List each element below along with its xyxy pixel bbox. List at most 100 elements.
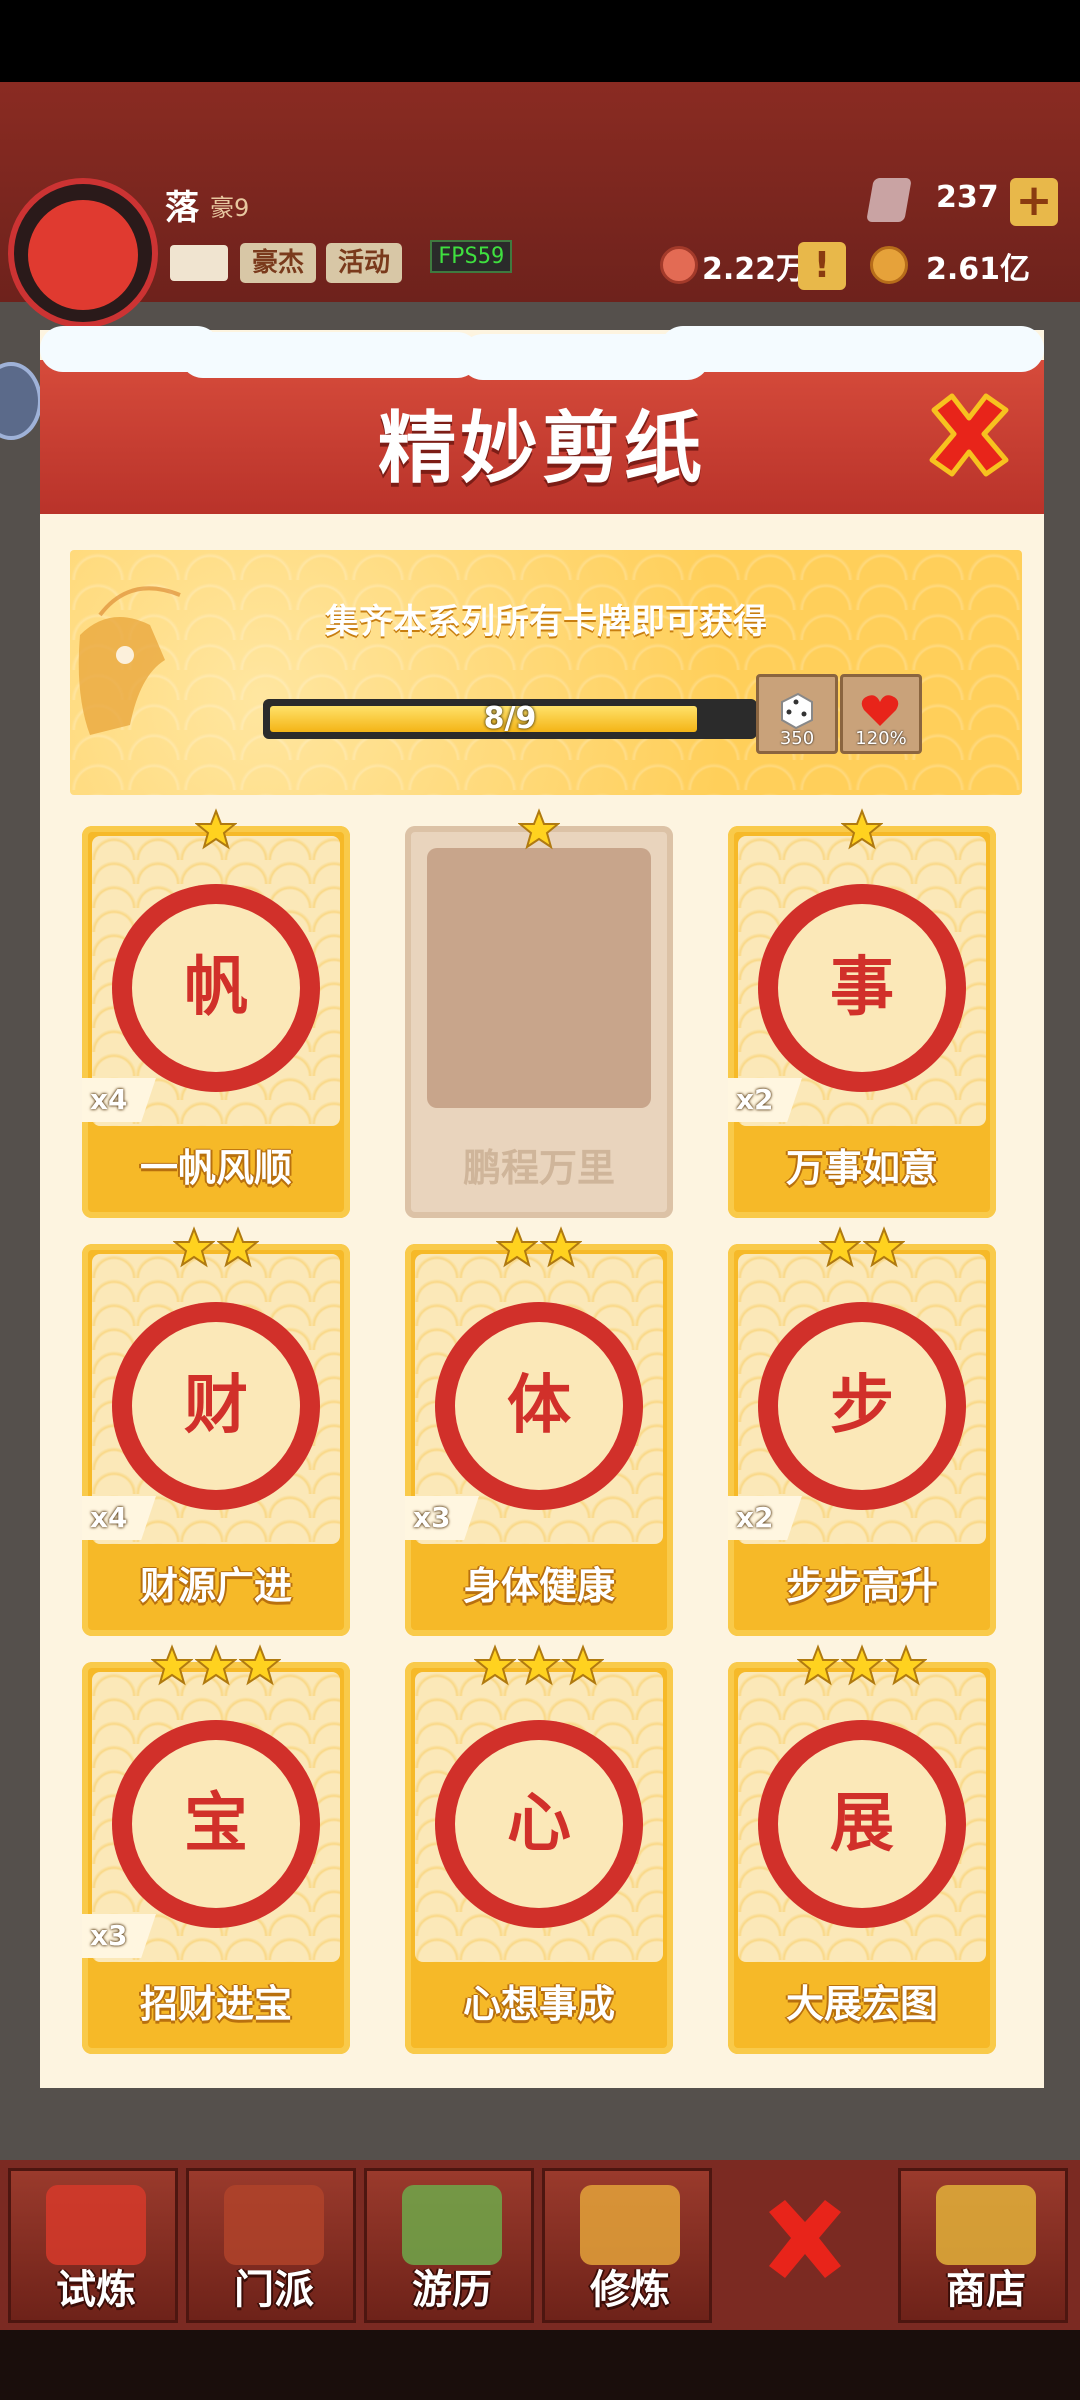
token-icon	[660, 246, 698, 284]
nav-item[interactable]: 修炼	[542, 2168, 712, 2323]
card-name: 万事如意	[785, 1146, 938, 1190]
nav-item[interactable]: 游历	[364, 2168, 534, 2323]
close-icon[interactable]	[755, 2190, 855, 2290]
star-icon	[863, 1226, 905, 1268]
nav-item[interactable]: 商店	[898, 2168, 1068, 2323]
scroll-icon	[46, 2185, 146, 2265]
star-icon	[151, 1644, 193, 1686]
fps-counter: FPS59	[430, 240, 513, 273]
paper-cut-card[interactable]: 事 x2 万事如意	[728, 808, 996, 1218]
card-name: 鹏程万里	[462, 1146, 615, 1190]
nav-label: 游历	[412, 2267, 492, 2313]
star-icon	[474, 1644, 516, 1686]
paper-cut-card[interactable]: 鹏程万里	[405, 808, 673, 1218]
card-name: 大展宏图	[785, 1982, 938, 2026]
card-stars	[728, 1644, 996, 1686]
snow-decoration	[180, 332, 480, 378]
nav-label: 试炼	[56, 2267, 136, 2313]
nav-item[interactable]	[720, 2168, 890, 2323]
status-bar	[0, 0, 1080, 82]
paper-cut-card[interactable]: 宝 x3 招财进宝	[82, 1644, 350, 2054]
game-header	[0, 82, 1080, 302]
snow-decoration	[660, 326, 1044, 372]
card-stars	[82, 808, 350, 850]
player-rank: 豪9	[210, 194, 250, 222]
wave-pattern	[70, 550, 1022, 795]
card-count: x3	[413, 1501, 451, 1534]
papercut-glyph: 体	[507, 1369, 571, 1443]
card-stars	[728, 808, 996, 850]
book-icon	[580, 2185, 680, 2265]
card-count: x3	[90, 1919, 128, 1952]
close-icon[interactable]	[922, 388, 1016, 482]
card-count: x2	[736, 1083, 774, 1116]
card-name: 财源广进	[139, 1564, 292, 1608]
reward-heart-label: 120%	[855, 728, 907, 749]
mountain-icon	[402, 2185, 502, 2265]
gem-count: 237	[936, 180, 999, 215]
paper-cut-card[interactable]: 心心想事成	[405, 1644, 673, 2054]
warning-button[interactable]: !	[798, 242, 846, 290]
star-icon	[540, 1226, 582, 1268]
nav-item[interactable]: 试炼	[8, 2168, 178, 2323]
dice-icon	[781, 692, 813, 730]
avatar-face	[28, 200, 138, 310]
card-name: 步步高升	[785, 1564, 938, 1608]
star-icon	[195, 808, 237, 850]
papercut-glyph: 展	[830, 1787, 894, 1861]
star-icon	[173, 1226, 215, 1268]
star-icon	[562, 1644, 604, 1686]
star-icon	[797, 1644, 839, 1686]
shop-icon	[936, 2185, 1036, 2265]
card-name: 身体健康	[462, 1564, 615, 1608]
card-stars	[405, 1226, 673, 1268]
card-count: x4	[90, 1083, 128, 1116]
coin-icon	[870, 246, 908, 284]
papercut-glyph: 宝	[184, 1787, 248, 1861]
mail-icon[interactable]	[170, 245, 228, 281]
paper-cut-card[interactable]: 展大展宏图	[728, 1644, 996, 2054]
heroes-button[interactable]: 豪杰	[240, 243, 317, 283]
papercut-glyph: 步	[830, 1369, 894, 1443]
banner-text: 集齐本系列所有卡牌即可获得	[325, 602, 767, 642]
card-count: x2	[736, 1501, 774, 1534]
modal-title: 精妙剪纸	[377, 404, 706, 494]
star-icon	[239, 1644, 281, 1686]
card-stars	[82, 1644, 350, 1686]
star-icon	[217, 1226, 259, 1268]
papercut-glyph: 财	[184, 1369, 248, 1443]
card-stars	[405, 1644, 673, 1686]
papercut-glyph: 事	[830, 951, 894, 1025]
paper-cut-card[interactable]: 体 x3 身体健康	[405, 1226, 673, 1636]
paper-cut-card[interactable]: 步 x2 步步高升	[728, 1226, 996, 1636]
add-gems-button[interactable]: +	[1010, 178, 1058, 226]
star-icon	[841, 808, 883, 850]
player-name: 落	[165, 188, 199, 228]
reward-dice-label: 350	[779, 728, 815, 749]
card-locked-slot	[427, 848, 651, 1108]
card-name: 一帆风顺	[139, 1146, 292, 1190]
star-icon	[496, 1226, 538, 1268]
progress-text: 8/9	[483, 701, 537, 736]
card-name: 心想事成	[462, 1982, 615, 2026]
currency2-value: 2.61亿	[926, 252, 1031, 287]
nav-label: 门派	[234, 2267, 314, 2313]
paper-cut-card[interactable]: 财 x4 财源广进	[82, 1226, 350, 1636]
star-icon	[841, 1644, 883, 1686]
card-name: 招财进宝	[139, 1982, 292, 2026]
card-stars	[728, 1226, 996, 1268]
temple-icon	[224, 2185, 324, 2265]
bottom-strip	[0, 2330, 1080, 2400]
paper-cut-card[interactable]: 帆 x4 一帆风顺	[82, 808, 350, 1218]
card-stars	[82, 1226, 350, 1268]
star-icon	[195, 1644, 237, 1686]
card-stars	[405, 808, 673, 850]
nav-label: 商店	[946, 2267, 1026, 2313]
card-count: x4	[90, 1501, 128, 1534]
currency1-value: 2.22万	[702, 252, 807, 287]
nav-item[interactable]: 门派	[186, 2168, 356, 2323]
star-icon	[885, 1644, 927, 1686]
events-button[interactable]: 活动	[326, 243, 403, 283]
gem-icon	[866, 178, 912, 222]
star-icon	[819, 1226, 861, 1268]
